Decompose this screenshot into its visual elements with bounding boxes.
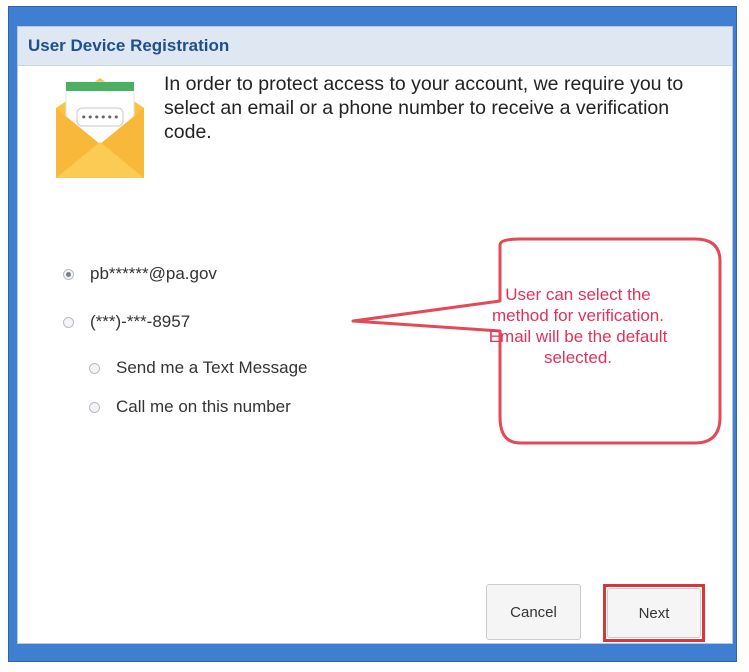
next-button-highlight (603, 584, 705, 642)
intro-text: In order to protect access to your accou… (164, 73, 684, 143)
phone-option[interactable]: (***)-***-8957 (63, 312, 190, 332)
callout-line: selected. (543, 348, 613, 367)
email-option[interactable]: pb******@pa.gov (63, 264, 217, 284)
text-message-radio[interactable] (89, 362, 100, 374)
email-radio[interactable] (63, 268, 74, 280)
dialog-title: User Device Registration (28, 36, 230, 55)
dialog-titlebar: User Device Registration (18, 27, 732, 66)
callout-line: Email will be the default (488, 327, 668, 346)
call-option-label: Call me on this number (116, 397, 291, 416)
callout-line: method for verification. (492, 306, 664, 325)
call-radio[interactable] (89, 401, 100, 413)
text-message-option-label: Send me a Text Message (116, 358, 308, 377)
call-option[interactable]: Call me on this number (89, 397, 291, 417)
callout-line: User can select the (505, 285, 651, 304)
phone-option-label: (***)-***-8957 (90, 312, 191, 331)
svg-text:••••••: •••••• (81, 111, 120, 124)
cancel-button[interactable]: Cancel (486, 584, 581, 640)
phone-radio[interactable] (63, 316, 74, 328)
text-message-option[interactable]: Send me a Text Message (89, 358, 308, 378)
email-option-label: pb******@pa.gov (90, 264, 217, 283)
callout-text: User can select the method for verificat… (478, 284, 678, 368)
envelope-icon: •••••• (56, 78, 144, 178)
